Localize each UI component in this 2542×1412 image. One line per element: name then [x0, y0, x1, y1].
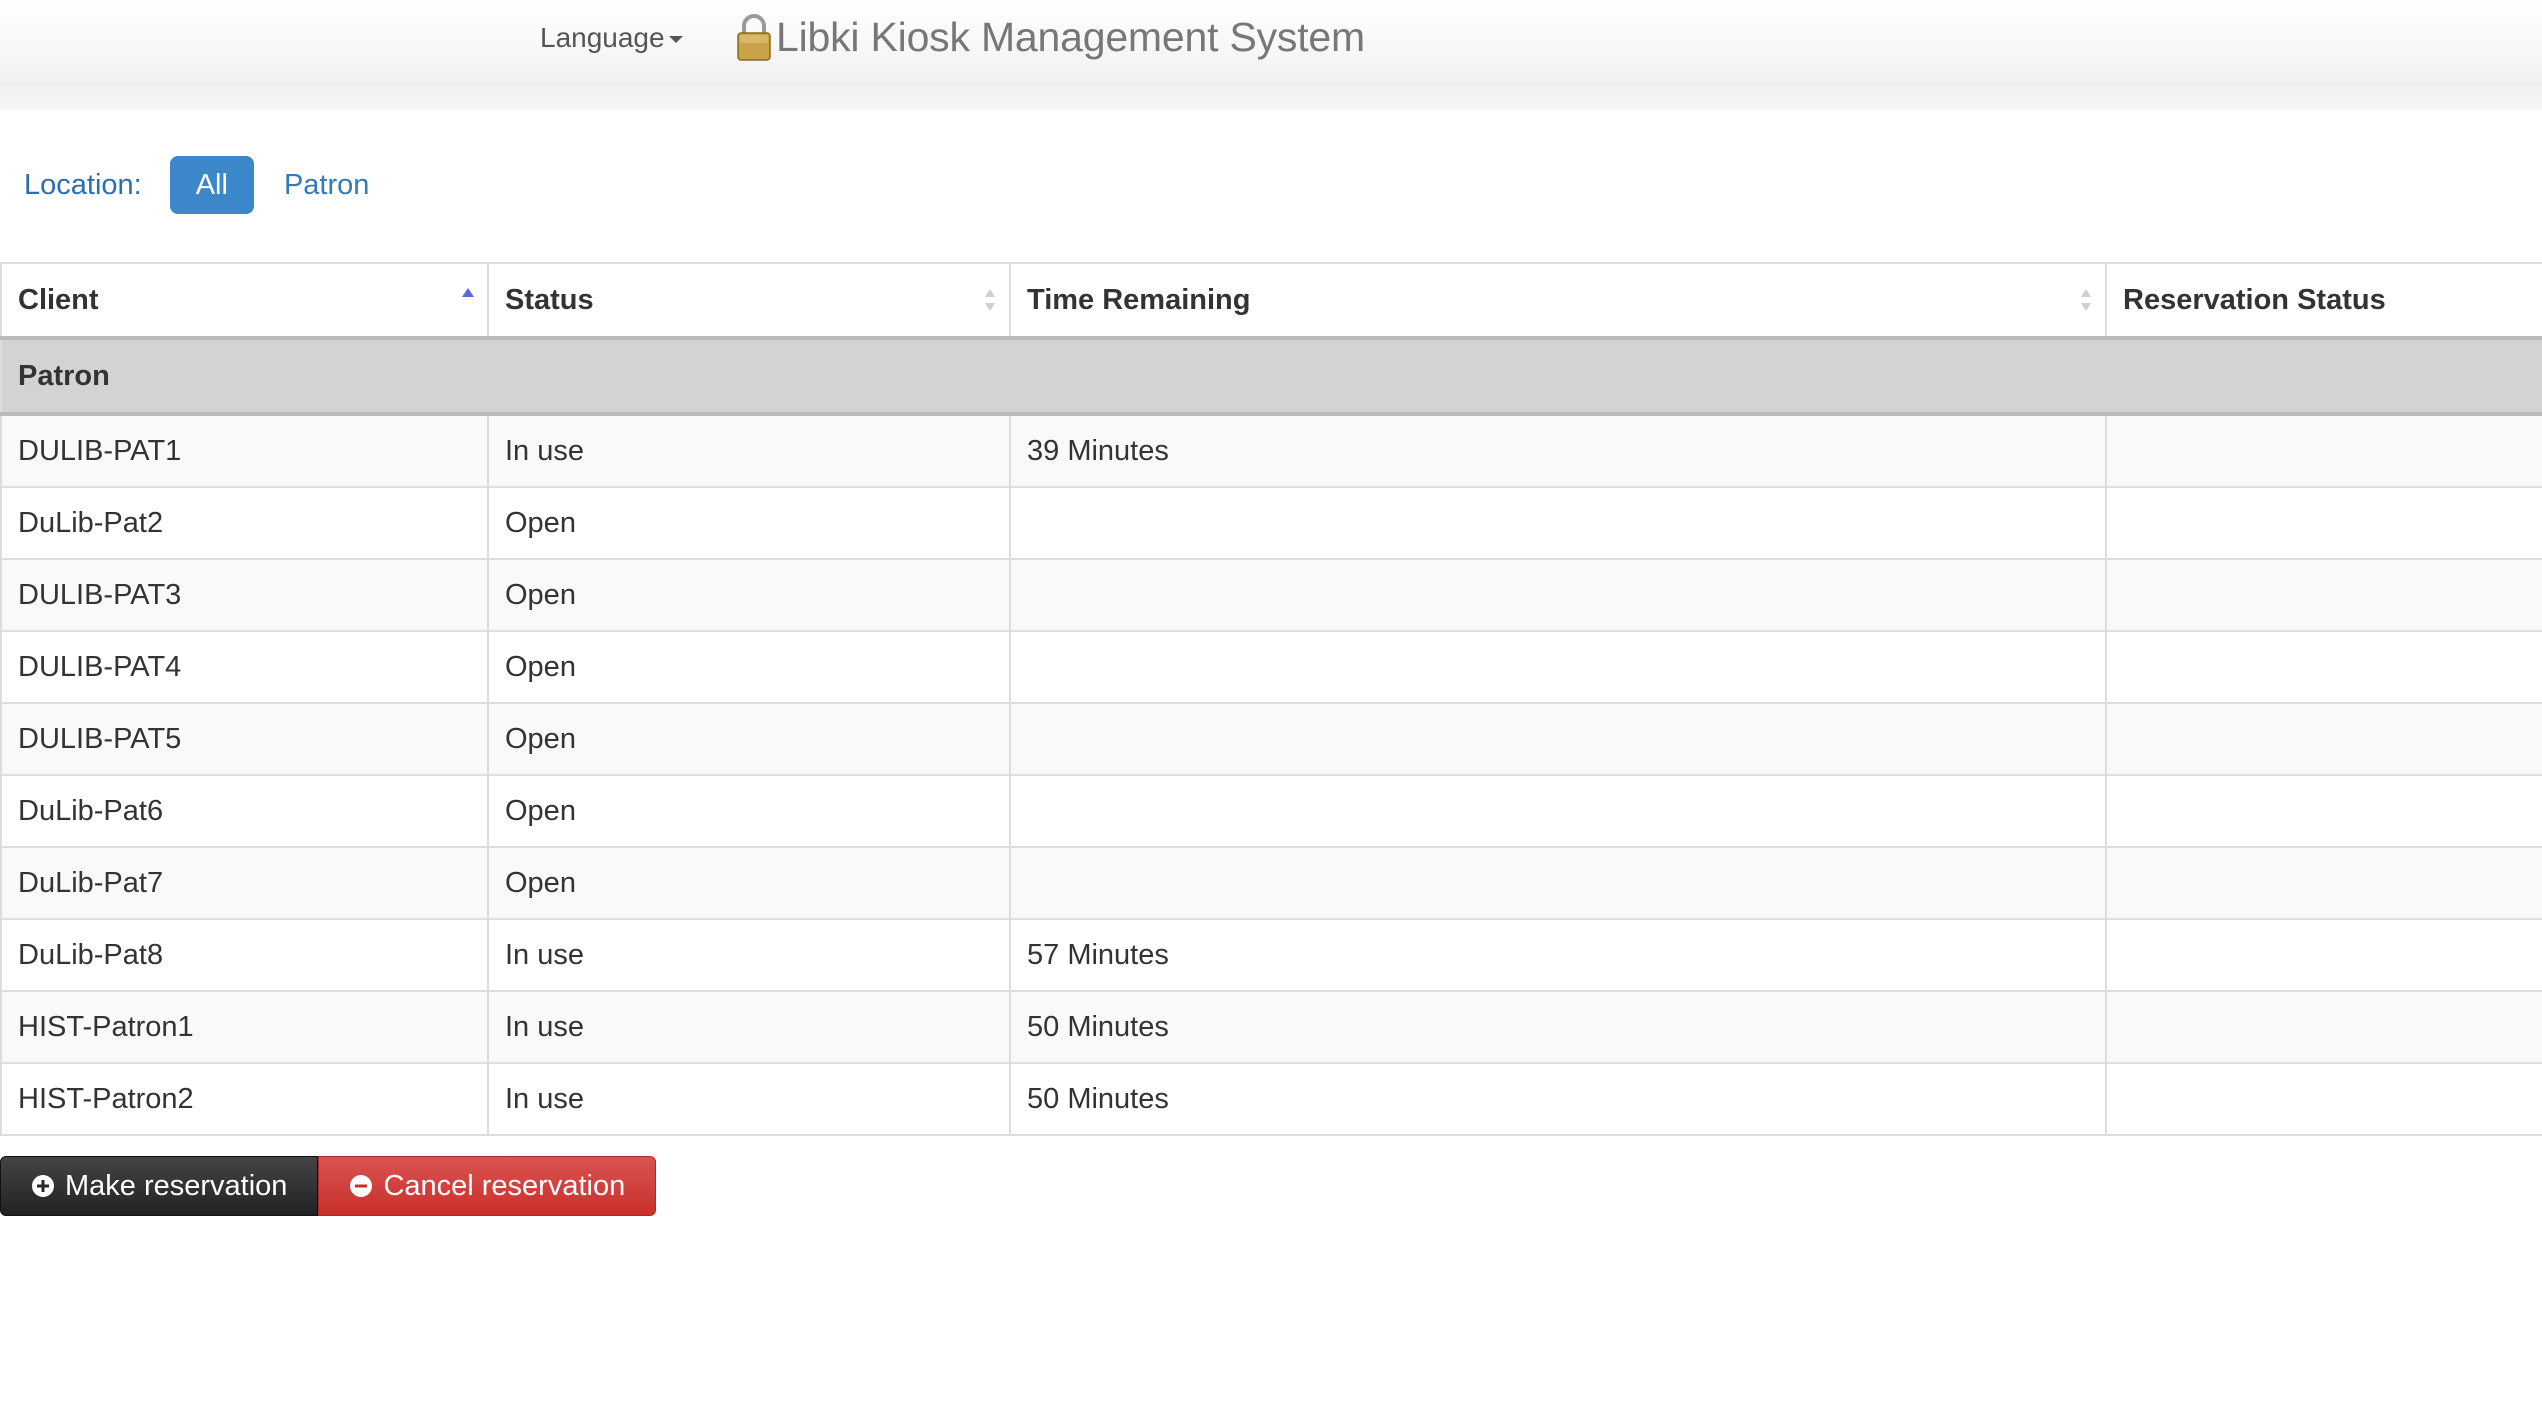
- client-cell: DuLib-Pat2: [0, 486, 489, 560]
- reservation-status-cell: [2105, 630, 2542, 704]
- sort-both-icon: [2081, 289, 2091, 311]
- table-row[interactable]: DULIB-PAT4 Open: [0, 630, 2542, 704]
- reservation-status-cell: [2105, 918, 2542, 992]
- language-label: Language: [540, 22, 665, 53]
- caret-down-icon: [668, 36, 683, 44]
- table-row[interactable]: HIST-Patron2 In use 50 Minutes: [0, 1062, 2542, 1136]
- client-cell: DuLib-Pat8: [0, 918, 489, 992]
- top-navbar: Language Libki Kiosk Management System: [0, 0, 2542, 83]
- reservation-status-cell: [2105, 774, 2542, 848]
- time-remaining-cell: 50 Minutes: [1009, 990, 2107, 1064]
- language-dropdown[interactable]: Language: [540, 22, 683, 54]
- status-cell: In use: [487, 1062, 1011, 1136]
- client-cell: DULIB-PAT4: [0, 630, 489, 704]
- clients-table: Client Status Time Remaining Reservation…: [0, 262, 2542, 1136]
- status-cell: Open: [487, 630, 1011, 704]
- reservation-status-cell: [2105, 1062, 2542, 1136]
- plus-circle-icon: [32, 1175, 54, 1197]
- table-header-row: Client Status Time Remaining Reservation…: [0, 262, 2542, 340]
- time-remaining-cell: 39 Minutes: [1009, 413, 2107, 488]
- location-patron-button[interactable]: Patron: [258, 156, 395, 214]
- table-row[interactable]: DULIB-PAT5 Open: [0, 702, 2542, 776]
- status-cell: In use: [487, 413, 1011, 488]
- client-cell: DuLib-Pat7: [0, 846, 489, 920]
- table-row[interactable]: DuLib-Pat6 Open: [0, 774, 2542, 848]
- cancel-reservation-label: Cancel reservation: [383, 1169, 626, 1202]
- reservation-status-cell: [2105, 990, 2542, 1064]
- client-cell: DuLib-Pat6: [0, 774, 489, 848]
- location-filter: Location: All Patron: [24, 156, 395, 214]
- reservation-status-cell: [2105, 486, 2542, 560]
- padlock-icon: [737, 14, 771, 61]
- table-row[interactable]: DuLib-Pat2 Open: [0, 486, 2542, 560]
- time-remaining-cell: 50 Minutes: [1009, 1062, 2107, 1136]
- sort-ascending-icon: [462, 288, 474, 297]
- client-cell: HIST-Patron1: [0, 990, 489, 1064]
- status-cell: Open: [487, 774, 1011, 848]
- time-remaining-cell: [1009, 630, 2107, 704]
- location-label: Location:: [24, 168, 142, 201]
- reservation-status-cell: [2105, 413, 2542, 488]
- make-reservation-button[interactable]: Make reservation: [0, 1156, 319, 1216]
- client-cell: DULIB-PAT1: [0, 413, 489, 488]
- navbar-spacer: [0, 82, 2542, 110]
- status-cell: Open: [487, 702, 1011, 776]
- time-remaining-cell: [1009, 486, 2107, 560]
- client-cell: DULIB-PAT3: [0, 558, 489, 632]
- time-remaining-cell: [1009, 846, 2107, 920]
- status-cell: In use: [487, 990, 1011, 1064]
- column-header-reservation-status[interactable]: Reservation Status: [2105, 262, 2542, 340]
- time-remaining-cell: 57 Minutes: [1009, 918, 2107, 992]
- table-row[interactable]: DULIB-PAT3 Open: [0, 558, 2542, 632]
- location-all-button[interactable]: All: [169, 156, 254, 214]
- column-header-status[interactable]: Status: [487, 262, 1011, 340]
- table-row[interactable]: HIST-Patron1 In use 50 Minutes: [0, 990, 2542, 1064]
- column-header-client[interactable]: Client: [0, 262, 489, 340]
- status-cell: Open: [487, 558, 1011, 632]
- table-row[interactable]: DULIB-PAT1 In use 39 Minutes: [0, 413, 2542, 488]
- status-cell: Open: [487, 486, 1011, 560]
- sort-both-icon: [985, 289, 995, 311]
- minus-circle-icon: [350, 1175, 373, 1197]
- time-remaining-cell: [1009, 774, 2107, 848]
- client-cell: DULIB-PAT5: [0, 702, 489, 776]
- group-label: Patron: [0, 337, 2542, 416]
- column-header-time-remaining[interactable]: Time Remaining: [1009, 262, 2107, 340]
- brand-title: Libki Kiosk Management System: [776, 13, 1365, 60]
- client-cell: HIST-Patron2: [0, 1062, 489, 1136]
- reservation-actions: Make reservation Cancel reservation: [0, 1156, 657, 1216]
- time-remaining-cell: [1009, 558, 2107, 632]
- reservation-status-cell: [2105, 702, 2542, 776]
- table-row[interactable]: DuLib-Pat8 In use 57 Minutes: [0, 918, 2542, 992]
- status-cell: In use: [487, 918, 1011, 992]
- time-remaining-cell: [1009, 702, 2107, 776]
- brand[interactable]: Libki Kiosk Management System: [734, 12, 1365, 62]
- reservation-status-cell: [2105, 846, 2542, 920]
- make-reservation-label: Make reservation: [65, 1169, 288, 1202]
- reservation-status-cell: [2105, 558, 2542, 632]
- table-row[interactable]: DuLib-Pat7 Open: [0, 846, 2542, 920]
- group-row-patron: Patron: [0, 337, 2542, 416]
- cancel-reservation-button[interactable]: Cancel reservation: [318, 1156, 657, 1216]
- status-cell: Open: [487, 846, 1011, 920]
